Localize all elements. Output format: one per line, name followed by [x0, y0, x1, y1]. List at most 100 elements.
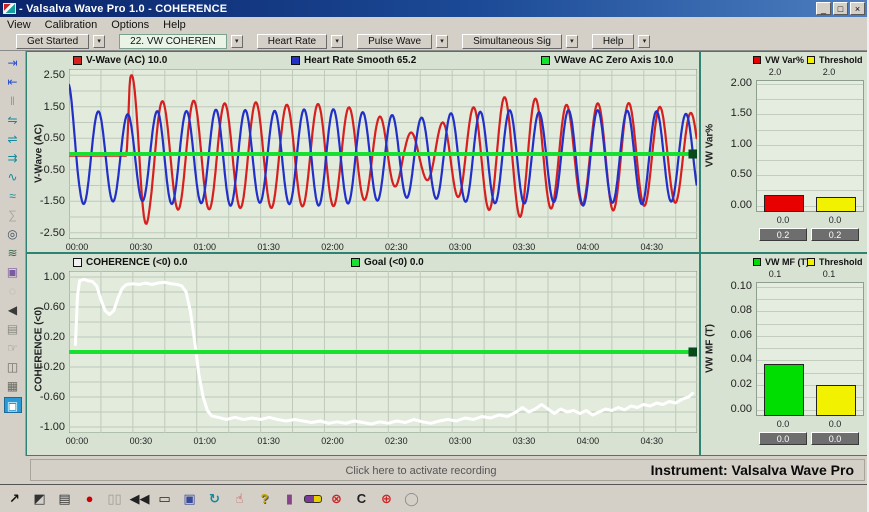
legend-item: VWave AC Zero Axis 10.0 — [541, 55, 674, 66]
legend-label: Goal (<0) 0.0 — [364, 257, 424, 268]
tab-dropdown-icon[interactable]: ▾ — [231, 35, 243, 48]
window-active-icon[interactable]: ▣ — [179, 489, 200, 509]
window-icon[interactable]: ▭ — [154, 489, 175, 509]
zoom-icon[interactable]: ◎ — [4, 226, 22, 242]
rewind-icon[interactable]: ◀◀ — [129, 489, 150, 509]
x-tick-label: 03:00 — [440, 436, 480, 446]
legend-swatch — [351, 258, 360, 267]
grid-line-h — [757, 145, 863, 146]
close-button[interactable]: × — [850, 2, 865, 15]
tab-dropdown-icon[interactable]: ▾ — [331, 35, 343, 48]
signal-out-icon[interactable]: ⇤ — [4, 74, 22, 90]
tab-pulse-wave[interactable]: Pulse Wave — [357, 34, 432, 49]
status-bar: Click here to activate recording Instrum… — [0, 456, 867, 484]
bar-value-box[interactable]: 0.2 — [811, 228, 859, 241]
signal-in-icon[interactable]: ⇥ — [4, 55, 22, 71]
y-tick-label: 1.50 — [29, 101, 65, 113]
vw-mf-t--bar — [764, 364, 804, 416]
x-tick-label: 01:30 — [249, 436, 289, 446]
smooth-wave-icon[interactable]: ≈ — [4, 188, 22, 204]
goal-end-marker[interactable] — [689, 348, 697, 356]
x-tick-label: 04:00 — [568, 436, 608, 446]
stats-icon[interactable]: ∑ — [4, 207, 22, 223]
left-toolbar: ⇥ ⇤ ‖ ⇋ ⇌ ⇉ ∿ ≈ ∑ ◎ ≋ ▣ ◌ ◀ ▤ ☞ ◫ ▦ ▣ — [0, 51, 26, 456]
legend-label: VW MF (T) — [765, 257, 809, 267]
log-book-icon[interactable]: ▤ — [4, 321, 22, 337]
tab-dropdown-icon[interactable]: ▾ — [436, 35, 448, 48]
disabled-tool-icon[interactable]: ◌ — [4, 283, 22, 299]
tab-dropdown-icon[interactable]: ▾ — [566, 35, 578, 48]
no-entry-icon[interactable]: ⊗ — [326, 489, 347, 509]
y-tick-label: 0.08 — [716, 304, 752, 316]
maximize-button[interactable]: □ — [833, 2, 848, 15]
recording-message[interactable]: Click here to activate recording — [151, 465, 691, 477]
y-tick-label: 1.00 — [29, 271, 65, 283]
x-tick-label: 02:30 — [376, 242, 416, 252]
save-session-icon[interactable]: ◫ — [4, 359, 22, 375]
vw-mf-legend: VW MF (T)Threshold — [701, 257, 868, 268]
grid-view-icon[interactable]: ▦ — [4, 378, 22, 394]
frames-icon[interactable]: ▯▯ — [104, 489, 125, 509]
legend-item: Threshold — [807, 257, 863, 267]
mu-wave-icon[interactable]: ∿ — [4, 169, 22, 185]
x-tick-label: 02:30 — [376, 436, 416, 446]
window-controls: _□× — [816, 2, 865, 15]
hand-pointer-icon[interactable]: ☝ — [229, 489, 250, 509]
record-icon[interactable]: ● — [79, 489, 100, 509]
y-tick-label: 0.06 — [716, 329, 752, 341]
merge-arrows-icon[interactable]: ⇋ — [4, 112, 22, 128]
tab-help[interactable]: Help — [592, 34, 635, 49]
bar-value-box[interactable]: 0.0 — [811, 432, 859, 445]
legend-item: V-Wave (AC) 10.0 — [73, 55, 167, 66]
tab-dropdown-icon[interactable]: ▾ — [93, 35, 105, 48]
letter-c-icon[interactable]: C — [351, 489, 372, 509]
vw-var--bar — [764, 195, 804, 212]
bottom-toolbar: ↗◩▤●▯▯◀◀▭▣↻☝?▮ ⊗C⊕◯ — [0, 484, 867, 512]
legend-label: Threshold — [819, 55, 863, 65]
help-icon[interactable]: ? — [254, 489, 275, 509]
menu-item-view[interactable]: View — [0, 19, 38, 31]
tab-dropdown-icon[interactable]: ▾ — [638, 35, 650, 48]
grid-line-h — [757, 324, 863, 325]
vw-mf-plot-area — [756, 282, 864, 416]
grid-line-h — [757, 114, 863, 115]
y-tick-label: 2.50 — [29, 69, 65, 81]
tab-heart-rate[interactable]: Heart Rate — [257, 34, 327, 49]
grid-line-h — [757, 190, 863, 191]
tab-simultaneous-sig[interactable]: Simultaneous Sig — [462, 34, 562, 49]
goal-end-marker[interactable] — [689, 150, 697, 158]
grid-line-h — [757, 299, 863, 300]
align-arrows-icon[interactable]: ⇉ — [4, 150, 22, 166]
print-icon[interactable]: ▤ — [54, 489, 75, 509]
swap-arrows-icon[interactable]: ⇌ — [4, 131, 22, 147]
y-tick-label: -1.00 — [29, 421, 65, 433]
add-target-icon[interactable]: ⊕ — [376, 489, 397, 509]
y-tick-label: -0.20 — [29, 361, 65, 373]
menu-item-options[interactable]: Options — [104, 19, 156, 31]
bar-value-box[interactable]: 0.0 — [759, 432, 807, 445]
x-tick-label: 01:00 — [185, 436, 225, 446]
tab-get-started[interactable]: Get Started — [16, 34, 89, 49]
marker-icon[interactable] — [304, 495, 322, 503]
coherence-chart-panel: COHERENCE (<0) 0.0Goal (<0) 0.0COHERENCE… — [26, 253, 700, 456]
reset-clock-icon[interactable]: ↻ — [204, 489, 225, 509]
pause-streams-icon[interactable]: ‖ — [4, 93, 22, 109]
legend-swatch — [291, 56, 300, 65]
minimize-button[interactable]: _ — [816, 2, 831, 15]
save-icon[interactable]: ◩ — [29, 489, 50, 509]
bar-value-box[interactable]: 0.2 — [759, 228, 807, 241]
legend-item: Threshold — [807, 55, 863, 65]
menu-item-calibration[interactable]: Calibration — [38, 19, 105, 31]
speaker-icon[interactable]: ◀ — [4, 302, 22, 318]
active-screen-icon[interactable]: ▣ — [4, 397, 22, 413]
mic-icon[interactable]: ▮ — [279, 489, 300, 509]
grid-line-h — [757, 311, 863, 312]
snapshot-icon[interactable]: ▣ — [4, 264, 22, 280]
tab-22-vw-coheren[interactable]: 22. VW COHEREN — [119, 34, 227, 49]
hand-tool-icon[interactable]: ☞ — [4, 340, 22, 356]
artifact-trace-icon[interactable]: ≋ — [4, 245, 22, 261]
menu-item-help[interactable]: Help — [156, 19, 193, 31]
empty-target-icon[interactable]: ◯ — [401, 489, 422, 509]
vw-var-legend: VW Var%Threshold — [701, 55, 868, 66]
export-arrow-icon[interactable]: ↗ — [4, 489, 25, 509]
